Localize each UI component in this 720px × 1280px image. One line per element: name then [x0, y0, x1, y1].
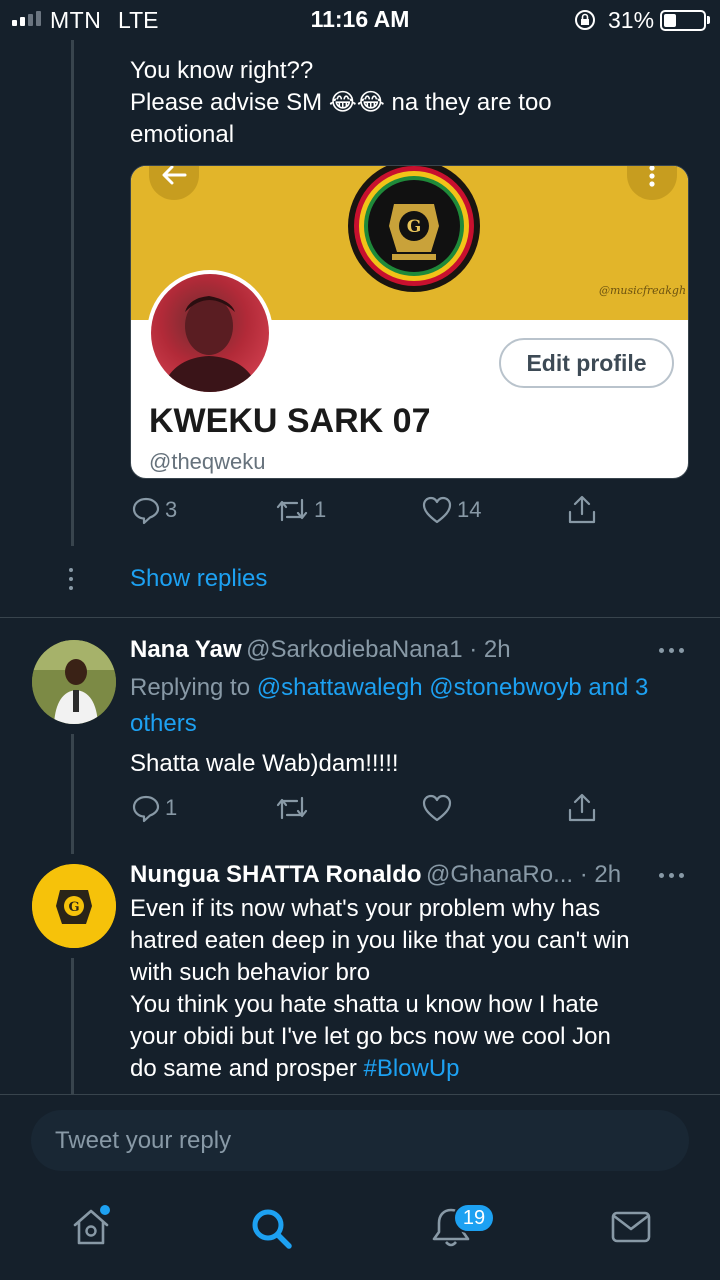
avatar[interactable] — [32, 640, 116, 724]
heart-icon — [422, 794, 452, 822]
replying-prefix: Replying to — [130, 674, 251, 701]
share-action[interactable] — [566, 792, 598, 824]
back-arrow-icon — [149, 166, 199, 200]
profile-avatar — [147, 270, 273, 396]
reply-icon — [132, 497, 160, 525]
profile-name: KWEKU SARK 07 — [149, 402, 431, 440]
heart-icon — [422, 496, 452, 524]
tab-search[interactable] — [248, 1205, 294, 1256]
thread-line — [71, 40, 74, 546]
replying-to: Replying to @shattawalegh @stonebwoyb an… — [130, 670, 700, 742]
share-icon — [568, 793, 596, 822]
thread-dots-icon — [69, 568, 73, 590]
retweet-icon — [276, 796, 308, 820]
tweet-author-name[interactable]: Nungua SHATTA Ronaldo — [130, 861, 422, 888]
orientation-lock-icon — [575, 10, 595, 30]
reply-action[interactable]: 3 — [131, 495, 177, 525]
tweet-handle-time: @SarkodiebaNana1 · 2h — [246, 636, 511, 663]
tweet-text-line: do same and prosper #BlowUp — [130, 1053, 710, 1085]
tweet-header: Nungua SHATTA Ronaldo @GhanaRo... · 2h — [130, 861, 621, 889]
hashtag-link[interactable]: #BlowUp — [363, 1055, 459, 1082]
reply-action[interactable]: 1 — [131, 793, 177, 823]
replying-others[interactable]: others — [130, 710, 197, 737]
retweet-action[interactable]: 1 — [274, 495, 326, 525]
replying-mentions[interactable]: @shattawalegh @stonebwoyb and 3 — [257, 674, 649, 701]
tweet-text-line: your obidi but I've let go bcs now we co… — [130, 1023, 611, 1050]
notifications-badge: 19 — [453, 1203, 495, 1233]
emblem-logo-icon: G — [348, 166, 480, 292]
profile-handle: @theqweku — [149, 449, 266, 474]
tweet-reply-input[interactable] — [31, 1110, 689, 1171]
tweet-text: You know right?? Please advise SM 😂😂 na … — [130, 55, 700, 151]
tweet-text-line: emotional — [130, 121, 235, 148]
laughing-emoji: 😂😂 — [328, 89, 385, 116]
search-icon — [252, 1209, 292, 1249]
edit-profile-button: Edit profile — [499, 338, 674, 388]
svg-text:G: G — [68, 900, 79, 915]
thread-line — [71, 958, 74, 1094]
reply-count: 3 — [165, 497, 178, 522]
tweet-text: Even if its now what's your problem why … — [130, 893, 710, 1085]
home-icon — [73, 1205, 110, 1245]
tweet-text-line: You know right?? — [130, 57, 314, 84]
more-options-icon[interactable] — [659, 648, 684, 653]
tweet-text-segment: do same and prosper — [130, 1055, 357, 1082]
retweet-icon — [276, 498, 308, 522]
like-action[interactable] — [421, 793, 453, 823]
thread-line — [71, 734, 74, 854]
avatar[interactable]: G — [32, 864, 116, 948]
tab-messages[interactable] — [609, 1205, 653, 1254]
tweet-header: Nana Yaw @SarkodiebaNana1 · 2h — [130, 636, 511, 664]
battery-percent: 31% — [608, 7, 655, 33]
tweet-text-line: You think you hate shatta u know how I h… — [130, 991, 599, 1018]
tweet-text: Shatta wale Wab)dam!!!!! — [130, 750, 399, 777]
share-action[interactable] — [566, 494, 598, 526]
tweet-text-line: Please advise SM 😂😂 na they are too — [130, 87, 700, 119]
reply-icon — [132, 795, 160, 823]
tab-home[interactable] — [69, 1205, 113, 1254]
show-replies-link[interactable]: Show replies — [130, 565, 267, 593]
like-action[interactable]: 14 — [421, 495, 481, 525]
share-icon — [568, 495, 596, 524]
battery-tip — [707, 16, 710, 24]
tweet-text-line: with such behavior bro — [130, 959, 371, 986]
tweet-text-segment: Please advise SM — [130, 89, 323, 116]
status-bar: MTN LTE 11:16 AM 31% — [0, 0, 720, 40]
tweet-text-line: Even if its now what's your problem why … — [130, 895, 601, 922]
svg-text:G: G — [407, 217, 422, 237]
banner-signature: @musicfreakgh — [599, 284, 687, 297]
like-count: 14 — [457, 497, 482, 522]
tweet-text-line: hatred eaten deep in you like that you c… — [130, 927, 630, 954]
battery-icon — [660, 10, 706, 31]
profile-screenshot-card[interactable]: G @musicfreakgh Edit profile KWEKU SARK … — [130, 165, 689, 479]
messages-icon — [611, 1211, 651, 1243]
more-vertical-icon — [627, 166, 677, 200]
retweet-action[interactable] — [274, 793, 310, 823]
tweet-text-segment: na they are too — [391, 89, 552, 116]
more-options-icon[interactable] — [659, 873, 684, 878]
divider — [0, 617, 720, 618]
tweet-handle-time: @GhanaRo... · 2h — [425, 861, 622, 888]
reply-count: 1 — [165, 795, 178, 820]
retweet-count: 1 — [314, 497, 327, 522]
tweet-author-name[interactable]: Nana Yaw — [130, 636, 242, 663]
